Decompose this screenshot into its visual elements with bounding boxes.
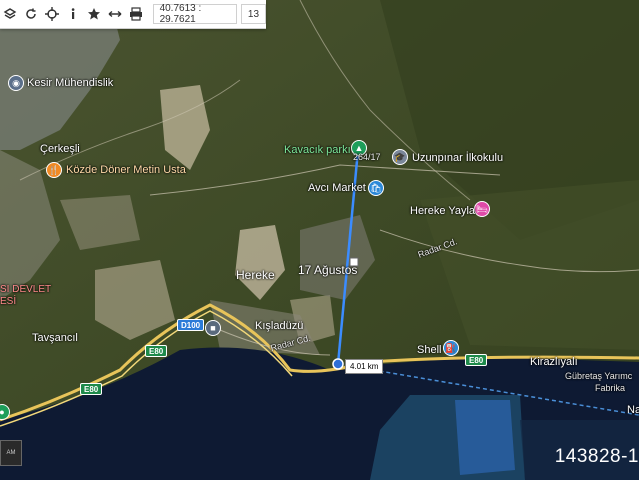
refresh-icon[interactable] [21, 0, 42, 28]
label-17-agustos: 17 Ağustos [298, 263, 358, 277]
water-tile-2 [455, 400, 515, 475]
label-hereke-yayla: Hereke Yayla [410, 205, 476, 217]
label-uzunpinar: Uzunpınar İlkokulu [412, 152, 504, 164]
measure-icon[interactable] [105, 0, 126, 28]
label-hereke: Hereke [236, 268, 275, 282]
label-kirazliyali: Kirazlıyalı [530, 356, 578, 368]
hotel-icon[interactable]: 🛏 [474, 201, 490, 217]
restaurant-icon[interactable]: 🍴 [46, 162, 62, 178]
transit-icon[interactable]: ■ [205, 320, 221, 336]
label-avci: Avcı Market [308, 182, 366, 194]
map-toolbar: 40.7613 : 29.7621 13 [0, 0, 267, 29]
corner-logo: AM [0, 440, 22, 466]
print-icon[interactable] [126, 0, 147, 28]
zoom-level: 13 [240, 4, 267, 24]
measure-start-label: 264/17 [353, 152, 381, 162]
info-icon[interactable] [63, 0, 84, 28]
label-na: Na [627, 404, 639, 416]
satellite-map[interactable] [0, 0, 639, 480]
shop-icon[interactable]: 🛍 [368, 180, 384, 196]
road-shield-e80: E80 [465, 354, 488, 366]
location-pin-icon[interactable]: ◉ [8, 75, 24, 91]
layers-icon[interactable] [0, 0, 21, 28]
label-gubretas-1: Gübretaş Yarımc [565, 371, 633, 381]
label-gubretas-2: Fabrika [595, 383, 626, 393]
label-kesir: Kesir Mühendislik [27, 77, 114, 89]
school-icon[interactable]: 🎓 [392, 149, 408, 165]
road-shield-e80: E80 [145, 345, 168, 357]
label-shell: Shell [417, 344, 442, 356]
label-cerkesli: Çerkeşli [40, 143, 80, 155]
label-devlet-2: ESİ [0, 296, 17, 307]
measure-endpoint[interactable] [332, 358, 344, 370]
distance-label: 4.01 km [345, 359, 384, 374]
label-kisladuzu: Kışladüzü [255, 320, 304, 332]
road-shield-e80: E80 [80, 383, 103, 395]
label-kavacik: Kavacık parkı [284, 144, 351, 156]
label-kozde: Közde Döner Metin Usta [66, 164, 186, 176]
coordinates-readout: 40.7613 : 29.7621 [152, 3, 237, 25]
label-tavsancil: Tavşancıl [32, 332, 78, 344]
listing-watermark: 143828-1 [554, 446, 639, 467]
label-devlet-1: SI DEVLET [0, 284, 52, 295]
road-shield-d100: D100 [177, 319, 205, 331]
star-icon[interactable] [84, 0, 105, 28]
fuel-icon[interactable]: ⛽ [443, 340, 459, 356]
locate-icon[interactable] [42, 0, 63, 28]
